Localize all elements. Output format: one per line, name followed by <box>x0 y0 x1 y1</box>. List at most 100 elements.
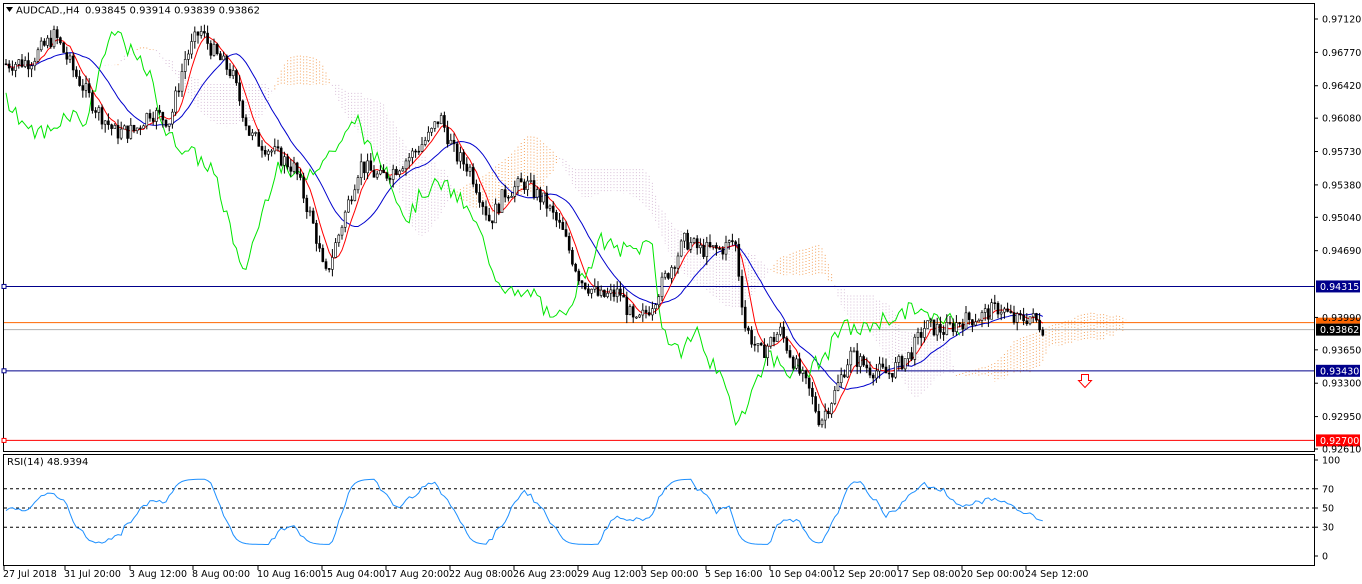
candle-body <box>65 52 69 60</box>
candle-body <box>711 245 715 247</box>
candle-body <box>420 144 424 152</box>
time-tick-label: 17 Sep 08:00 <box>897 569 960 580</box>
level-price-label: 0.93430 <box>1320 366 1359 377</box>
candle-body <box>695 238 699 249</box>
candle-body <box>980 312 984 321</box>
candle-body <box>247 125 251 136</box>
candle-body <box>59 37 62 44</box>
candle-body <box>209 43 213 56</box>
symbol-label: AUDCAD.,H4 <box>16 6 80 17</box>
price-axis: 0.97120 0.96770 0.96420 0.96080 0.95730 0.953… <box>1314 15 1361 456</box>
candle-body <box>971 319 974 326</box>
candle-body <box>932 319 936 336</box>
candle-body <box>359 161 363 178</box>
candle-body <box>535 189 539 198</box>
chikou-span-line <box>5 30 961 427</box>
candle-body <box>391 168 395 180</box>
candle-body <box>260 146 264 151</box>
trading-chart[interactable]: 0.943150.934300.927000.93862 0.971200.96… <box>0 0 1362 584</box>
candle-body <box>263 149 267 155</box>
ichimoku-cloud <box>95 47 1127 397</box>
candle-body <box>417 150 421 153</box>
triangle-down-icon[interactable] <box>6 7 13 12</box>
candle-body <box>68 55 72 60</box>
candle-body <box>849 350 853 366</box>
candle-body <box>11 67 14 71</box>
candle-body <box>795 358 798 369</box>
candle-body <box>286 156 289 168</box>
time-tick-label: 17 Aug 20:00 <box>385 569 449 580</box>
horizontal-levels[interactable]: 0.943150.934300.927000.93862 <box>1 280 1360 447</box>
candle-body <box>779 326 782 335</box>
candle-body <box>935 323 939 336</box>
candle-body <box>257 132 261 147</box>
candle-body <box>494 203 497 224</box>
kijun-sen-line <box>5 52 1044 390</box>
candle-body <box>436 121 440 125</box>
candle-body <box>475 183 478 193</box>
candle-body <box>145 113 149 127</box>
candle-body <box>1022 314 1025 322</box>
candle-body <box>363 161 366 174</box>
candle-body <box>996 303 1000 315</box>
candle-body <box>859 356 862 367</box>
candle-body <box>945 322 949 335</box>
candle-body <box>126 125 129 139</box>
rsi-tick-label: 0 <box>1322 552 1328 563</box>
candle-body <box>222 55 225 61</box>
candle-body <box>676 255 680 269</box>
time-tick-label: 29 Aug 12:00 <box>577 569 641 580</box>
candle-body <box>580 280 584 284</box>
candle-body <box>20 59 24 67</box>
candle-body <box>462 152 465 165</box>
candle-body <box>14 64 17 71</box>
candle-body <box>926 320 929 329</box>
time-tick-label: 3 Sep 00:00 <box>641 569 698 580</box>
candle-body <box>721 248 725 255</box>
price-tick-label: 0.95730 <box>1322 147 1361 158</box>
candle-body <box>91 92 94 111</box>
candle-body <box>443 115 446 128</box>
candle-body <box>916 332 920 338</box>
candle-body <box>548 205 552 209</box>
candle-body <box>295 162 299 175</box>
level-handle[interactable] <box>1 283 7 289</box>
candle-body <box>772 337 776 342</box>
candle-body <box>49 37 53 48</box>
candle-body <box>439 115 443 125</box>
price-tick-label: 0.96080 <box>1322 114 1361 125</box>
candle-body <box>465 163 469 172</box>
candle-body <box>615 288 619 297</box>
candle-body <box>484 206 488 216</box>
level-handle[interactable] <box>1 368 7 374</box>
candle-body <box>132 124 136 132</box>
candle-body <box>577 270 581 282</box>
candle-body <box>167 123 171 127</box>
rsi-panel-frame <box>3 454 1315 566</box>
candle-body <box>811 387 814 397</box>
candle-body <box>839 374 843 383</box>
candle-body <box>113 125 117 129</box>
candle-body <box>683 232 686 242</box>
level-handle[interactable] <box>1 437 7 443</box>
candle-body <box>177 90 181 93</box>
candle-body <box>81 85 85 91</box>
candle-body <box>993 302 997 304</box>
price-tick-label: 0.95040 <box>1322 213 1361 224</box>
candle-body <box>238 82 241 102</box>
candle-body <box>865 364 869 369</box>
candle-body <box>500 189 504 213</box>
candle-body <box>833 390 837 404</box>
candle-body <box>958 322 961 325</box>
candle-body <box>401 168 405 172</box>
candle-body <box>254 132 257 134</box>
candle-body <box>324 261 328 269</box>
candle-body <box>39 40 43 51</box>
candle-body <box>702 244 705 257</box>
down-arrow-icon <box>1077 374 1093 389</box>
candle-body <box>430 128 433 133</box>
candle-body <box>299 173 302 178</box>
candle-body <box>686 232 689 250</box>
candle-body <box>619 288 622 296</box>
candle-body <box>955 322 958 332</box>
